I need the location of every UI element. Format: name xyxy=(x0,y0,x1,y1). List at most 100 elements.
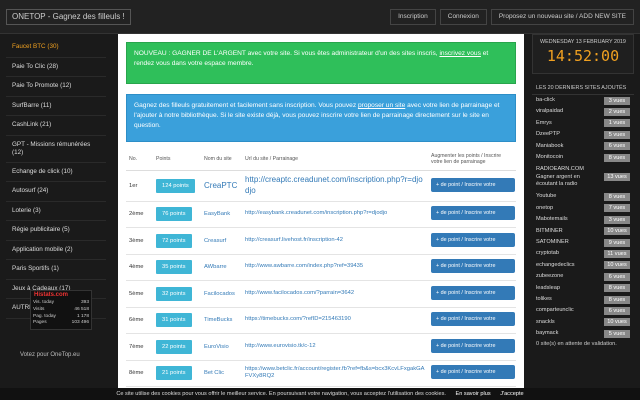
recent-site-name[interactable]: tolikes xyxy=(536,296,552,303)
add-points-button[interactable]: + de point / Inscrire votre xyxy=(431,206,515,221)
histats-counter[interactable]: Histats.com Vis. today 393 Visits 46 518 P… xyxy=(30,290,92,330)
recent-site-item[interactable]: Maniabook 6 vues xyxy=(536,141,630,152)
recent-site-item[interactable]: Emrys 1 vues xyxy=(536,118,630,129)
recent-site-item[interactable]: DzeePTP 5 vues xyxy=(536,129,630,140)
category-item[interactable]: Application mobile (2) xyxy=(6,241,106,260)
site-url-cell[interactable]: http://www.awbarre.com/index.php?ref=394… xyxy=(245,263,363,269)
recent-site-item[interactable]: echangedeclics 10 vues xyxy=(536,260,630,271)
site-name-cell[interactable]: TimeBucks xyxy=(204,317,232,323)
site-url-cell[interactable]: https://www.betclic.fr/account/register.… xyxy=(245,366,424,380)
category-item[interactable]: SurfBarre (11) xyxy=(6,97,106,116)
views-badge: 10 vues xyxy=(604,227,630,236)
recent-site-name[interactable]: onetop xyxy=(536,205,553,212)
site-name-cell[interactable]: Creasurf xyxy=(204,238,226,244)
recent-site-item[interactable]: comparteunclic 6 vues xyxy=(536,305,630,316)
site-url-cell[interactable]: https://timebucks.com/?refID=215463190 xyxy=(245,316,351,322)
recent-site-name[interactable]: cryptotab xyxy=(536,250,559,257)
recent-site-item[interactable]: Youtube 8 vues xyxy=(536,191,630,202)
views-badge: 13 vues xyxy=(604,173,630,182)
nav-inscription[interactable]: Inscription xyxy=(390,9,436,25)
nav-add-site[interactable]: Proposez un nouveau site / ADD NEW SITE xyxy=(490,9,634,25)
category-item[interactable]: Faucet BTC (30) xyxy=(6,38,106,58)
recent-site-name[interactable]: Emrys xyxy=(536,120,552,127)
recent-site-name[interactable]: echangedeclics xyxy=(536,262,575,269)
cookie-accept-button[interactable]: J'accepte xyxy=(500,391,523,397)
category-item[interactable]: Régie publicitaire (5) xyxy=(6,221,106,241)
views-badge: 6 vues xyxy=(604,142,630,151)
recent-site-name[interactable]: Monitocoin xyxy=(536,154,563,161)
site-url-cell[interactable]: http://creaptc.creadunet.com/inscription… xyxy=(245,175,423,194)
site-url-cell[interactable]: http://easybank.creadunet.com/inscriptio… xyxy=(245,210,387,216)
category-item[interactable]: GPT - Missions rémunérées (12) xyxy=(6,136,106,163)
recent-site-name[interactable]: Youtube xyxy=(536,193,556,200)
site-url-cell[interactable]: http://www.eurovisio.tk/c-12 xyxy=(245,343,316,349)
vote-text: Votez pour OneTop.eu xyxy=(20,352,80,358)
add-points-cell: + de point / Inscrire votre xyxy=(428,280,516,308)
category-item[interactable]: Echange de click (10) xyxy=(6,163,106,182)
add-points-button[interactable]: + de point / Inscrire votre xyxy=(431,285,515,300)
site-url-cell[interactable]: http://www.facilocados.com/?parrain=3642 xyxy=(245,290,354,296)
stat-value: 393 xyxy=(80,300,89,305)
site-brand[interactable]: ONETOP - Gagnez des filleuls ! xyxy=(6,9,131,25)
recent-site-name[interactable]: Maniabook xyxy=(536,143,563,150)
recent-site-name[interactable]: snackls xyxy=(536,319,555,326)
recent-sites-title: LES 20 DERNIERS SITES AJOUTÉS xyxy=(532,82,634,95)
register-link[interactable]: inscrivez vous xyxy=(439,50,480,57)
recent-site-item[interactable]: ba-click 3 vues xyxy=(536,95,630,106)
site-name-cell[interactable]: Bet Clic xyxy=(204,370,224,376)
recent-site-item[interactable]: leadsleap 8 vues xyxy=(536,282,630,293)
recent-site-name[interactable]: RADIOEARN.COM Gagner argent en écoutant … xyxy=(536,166,596,188)
recent-site-name[interactable]: viralpaidad xyxy=(536,108,563,115)
site-name-cell[interactable]: AWbarre xyxy=(204,264,227,270)
category-item[interactable]: Paris Sportifs (1) xyxy=(6,260,106,280)
ranking-table-wrap[interactable]: No. Points Nom du site Url du site / Par… xyxy=(126,148,516,400)
propose-site-link[interactable]: proposer un site xyxy=(358,102,405,109)
recent-site-name[interactable]: baymack xyxy=(536,330,558,337)
views-badge: 8 vues xyxy=(604,295,630,304)
recent-site-name[interactable]: leadsleap xyxy=(536,285,560,292)
add-points-button[interactable]: + de point / Inscrire votre xyxy=(431,259,515,274)
add-points-button[interactable]: + de point / Inscrire votre xyxy=(431,232,515,247)
nav-connexion[interactable]: Connexion xyxy=(439,9,487,25)
site-name-cell[interactable]: CreaPTC xyxy=(204,181,237,190)
category-item[interactable]: Paie To Clic (28) xyxy=(6,58,106,77)
cookie-more-link[interactable]: En savoir plus xyxy=(456,391,491,397)
category-item[interactable]: CashLink (21) xyxy=(6,116,106,136)
recent-site-item[interactable]: Monitocoin 8 vues xyxy=(536,152,630,163)
recent-site-item[interactable]: tolikes 8 vues xyxy=(536,294,630,305)
category-item[interactable]: Paie To Promote (12) xyxy=(6,77,106,97)
recent-site-name[interactable]: comparteunclic xyxy=(536,307,574,314)
recent-site-item[interactable]: viralpaidad 2 vues xyxy=(536,106,630,117)
recent-site-item[interactable]: SATOMINER 9 vues xyxy=(536,237,630,248)
category-item[interactable]: Autosurf (24) xyxy=(6,182,106,202)
site-url-cell: http://www.eurovisio.tk/c-12 xyxy=(242,333,428,361)
stat-value: 103 496 xyxy=(71,320,89,326)
recent-site-name[interactable]: BITMINER xyxy=(536,228,563,235)
recent-site-name[interactable]: SATOMINER xyxy=(536,239,569,246)
recent-site-item[interactable]: baymack 5 vues xyxy=(536,328,630,339)
recent-site-item[interactable]: Mabotemails 3 vues xyxy=(536,214,630,225)
site-url-cell[interactable]: http://creasurf.livehost.fr/inscription-… xyxy=(245,237,343,243)
views-badge: 5 vues xyxy=(604,329,630,338)
add-points-button[interactable]: + de point / Inscrire votre xyxy=(431,312,515,327)
add-points-button[interactable]: + de point / Inscrire votre xyxy=(431,365,515,380)
add-points-button[interactable]: + de point / Inscrire votre xyxy=(431,177,515,192)
recent-site-name[interactable]: ba-click xyxy=(536,97,555,104)
views-badge: 3 vues xyxy=(604,215,630,224)
category-item[interactable]: Loterie (3) xyxy=(6,202,106,221)
recent-site-name[interactable]: zubeezone xyxy=(536,273,563,280)
site-name-cell[interactable]: EasyBank xyxy=(204,211,230,217)
site-name-cell[interactable]: Facilocados xyxy=(204,291,235,297)
site-name-cell: Facilocados xyxy=(201,280,242,308)
add-points-button[interactable]: + de point / Inscrire votre xyxy=(431,338,515,353)
recent-site-item[interactable]: cryptotab 11 vues xyxy=(536,248,630,259)
recent-site-name[interactable]: DzeePTP xyxy=(536,131,560,138)
rank-cell: 6ème xyxy=(126,307,153,334)
site-name-cell[interactable]: EuroVisio xyxy=(204,344,229,350)
recent-site-name[interactable]: Mabotemails xyxy=(536,216,568,223)
recent-site-item[interactable]: zubeezone 6 vues xyxy=(536,271,630,282)
recent-site-item[interactable]: RADIOEARN.COM Gagner argent en écoutant … xyxy=(536,163,630,191)
recent-site-item[interactable]: BITMINER 10 vues xyxy=(536,226,630,237)
recent-site-item[interactable]: onetop 7 vues xyxy=(536,203,630,214)
recent-site-item[interactable]: snackls 10 vues xyxy=(536,317,630,328)
